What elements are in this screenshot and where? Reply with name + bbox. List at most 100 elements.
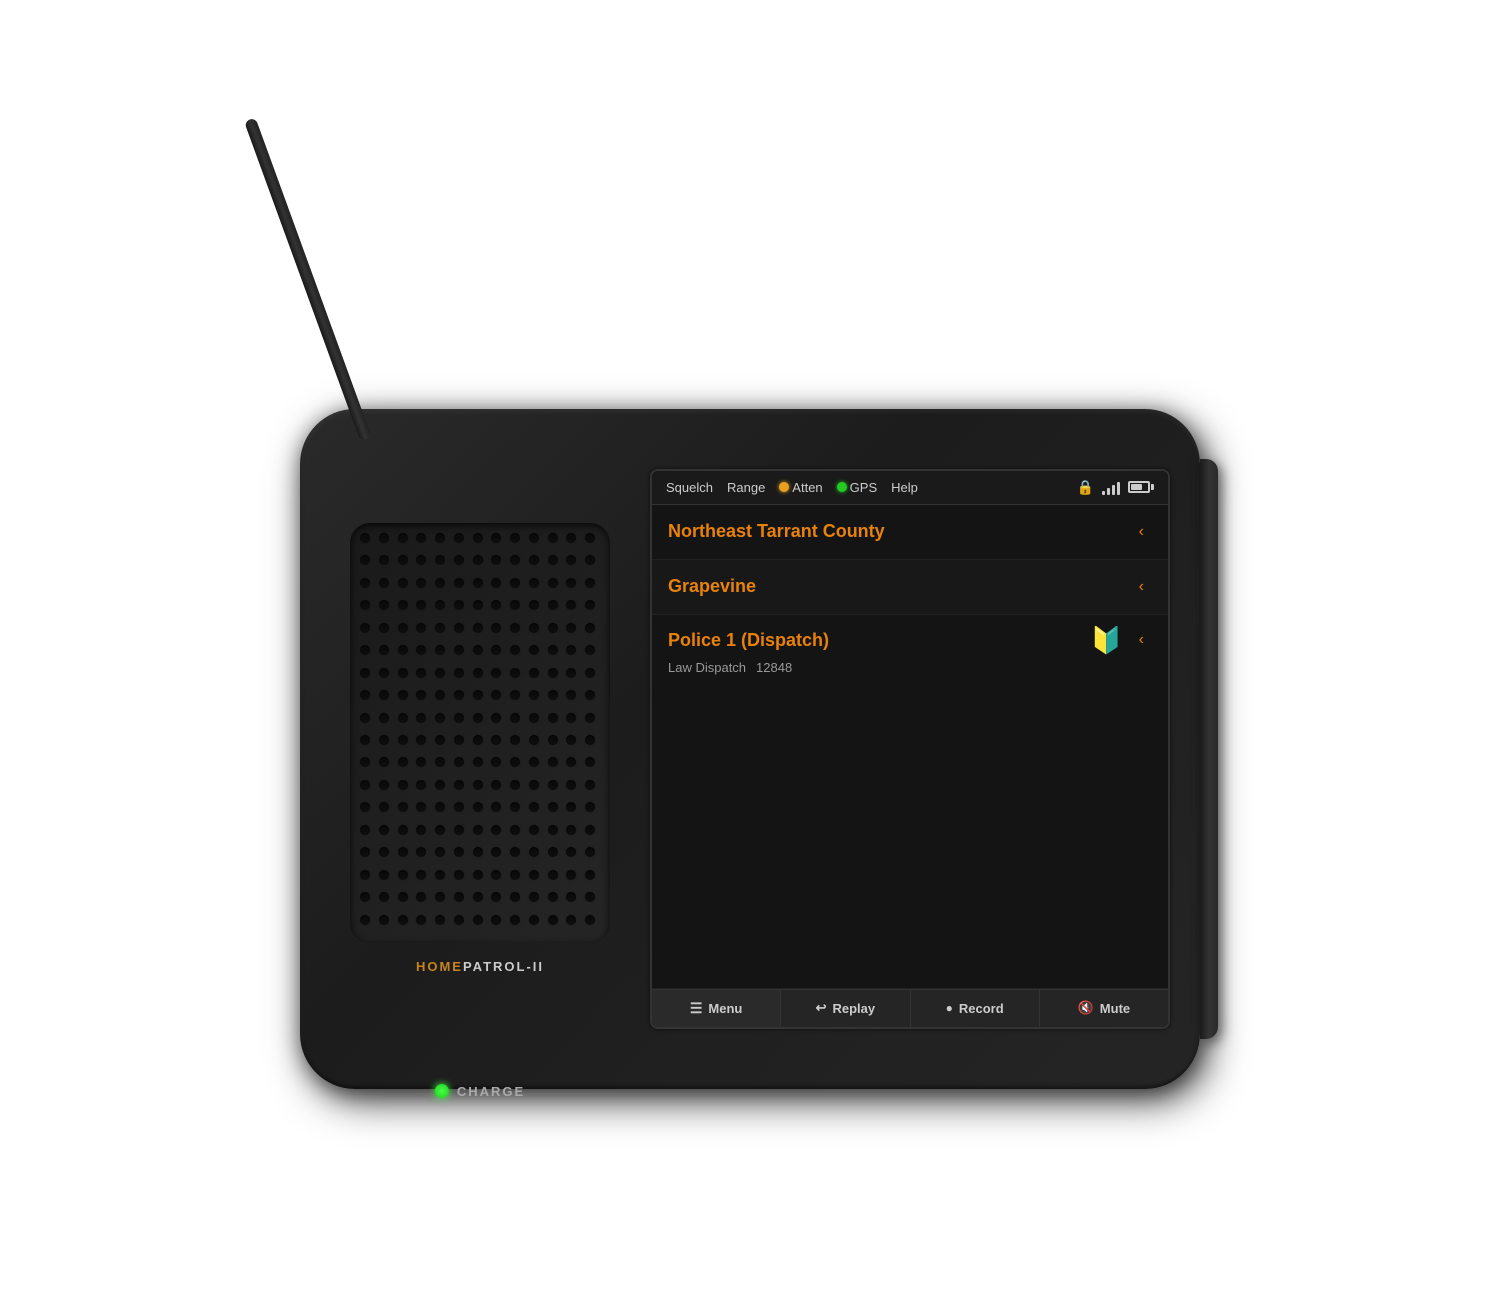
channel-row-top: Police 1 (Dispatch) 🔰 ‹ — [668, 625, 1152, 656]
speaker-dot — [510, 533, 520, 543]
channel-row-icons: 🔰 ‹ — [1090, 625, 1152, 656]
speaker-dot — [454, 780, 464, 790]
speaker-dot — [473, 578, 483, 588]
speaker-dot — [379, 690, 389, 700]
speaker-dot — [510, 802, 520, 812]
signal-bars — [1102, 479, 1120, 495]
atten-dot — [779, 482, 789, 492]
speaker-dot — [379, 847, 389, 857]
speaker-dot — [529, 623, 539, 633]
speaker-dot — [585, 600, 595, 610]
row-northeast-tarrant[interactable]: Northeast Tarrant County ‹ — [652, 505, 1168, 560]
row3-arrow[interactable]: ‹ — [1131, 627, 1152, 653]
speaker-dot — [510, 623, 520, 633]
speaker-dot — [529, 645, 539, 655]
signal-bar-4 — [1117, 482, 1120, 495]
brand-patrol-text: PATROL-II — [463, 959, 544, 974]
speaker-dot — [398, 533, 408, 543]
row1-arrow[interactable]: ‹ — [1131, 519, 1152, 545]
speaker-dot — [416, 757, 426, 767]
speaker-dot — [510, 713, 520, 723]
menu-label: Menu — [708, 1001, 742, 1016]
help-button[interactable]: Help — [891, 480, 918, 495]
speaker-grille — [350, 523, 610, 943]
speaker-dot — [548, 847, 558, 857]
speaker-dot — [416, 825, 426, 835]
speaker-dot — [435, 915, 445, 925]
speaker-dot — [454, 713, 464, 723]
speaker-dot — [416, 555, 426, 565]
speaker-dot — [473, 645, 483, 655]
speaker-dot — [360, 757, 370, 767]
speaker-dot — [473, 802, 483, 812]
row-grapevine[interactable]: Grapevine ‹ — [652, 560, 1168, 615]
speaker-dot — [510, 600, 520, 610]
speaker-dot — [416, 802, 426, 812]
speaker-dot — [491, 870, 501, 880]
menu-button[interactable]: ☰ Menu — [652, 990, 781, 1027]
speaker-dot — [585, 623, 595, 633]
speaker-dot — [435, 870, 445, 880]
speaker-dot — [491, 892, 501, 902]
speaker-dot — [454, 870, 464, 880]
speaker-dot — [491, 847, 501, 857]
speaker-dot — [473, 600, 483, 610]
speaker-dot — [454, 735, 464, 745]
speaker-dot — [529, 915, 539, 925]
speaker-dot — [566, 623, 576, 633]
speaker-dot — [360, 825, 370, 835]
mute-button[interactable]: 🔇 Mute — [1040, 990, 1168, 1027]
charge-led — [435, 1084, 449, 1098]
speaker-dot — [585, 802, 595, 812]
speaker-dot — [473, 623, 483, 633]
speaker-dot — [435, 847, 445, 857]
speaker-dot — [529, 847, 539, 857]
police-badge-icon: 🔰 — [1090, 625, 1122, 656]
speaker-dot — [566, 690, 576, 700]
speaker-dot — [454, 555, 464, 565]
speaker-dot — [379, 915, 389, 925]
row2-arrow[interactable]: ‹ — [1131, 574, 1152, 600]
speaker-dot — [491, 645, 501, 655]
speaker-dot — [379, 713, 389, 723]
speaker-dot — [473, 735, 483, 745]
speaker-dot — [473, 690, 483, 700]
record-button[interactable]: ● Record — [911, 990, 1040, 1027]
speaker-dot — [473, 713, 483, 723]
speaker-dot — [585, 735, 595, 745]
speaker-dot — [435, 713, 445, 723]
speaker-dot — [585, 892, 595, 902]
speaker-dot — [435, 757, 445, 767]
speaker-dot — [510, 645, 520, 655]
speaker-dot — [491, 780, 501, 790]
speaker-dot — [416, 892, 426, 902]
row-police-dispatch[interactable]: Police 1 (Dispatch) 🔰 ‹ Law Dispatch 128… — [652, 615, 1168, 989]
speaker-dot — [473, 555, 483, 565]
lock-icon: 🔒 — [1077, 479, 1094, 496]
charge-label: CHARGE — [457, 1084, 525, 1099]
squelch-button[interactable]: Squelch — [666, 480, 713, 495]
speaker-dot — [379, 600, 389, 610]
speaker-dot — [435, 802, 445, 812]
speaker-dot — [454, 645, 464, 655]
speaker-dot — [566, 802, 576, 812]
record-icon: ● — [946, 1001, 953, 1015]
speaker-dot — [491, 668, 501, 678]
speaker-dot — [585, 668, 595, 678]
speaker-dot — [585, 780, 595, 790]
speaker-dot — [435, 555, 445, 565]
speaker-dot — [398, 600, 408, 610]
speaker-dot — [585, 555, 595, 565]
speaker-dot — [398, 555, 408, 565]
speaker-dot — [379, 757, 389, 767]
speaker-dot — [379, 645, 389, 655]
speaker-dot — [360, 533, 370, 543]
range-button[interactable]: Range — [727, 480, 765, 495]
row1-text: Northeast Tarrant County — [668, 521, 885, 542]
speaker-dot — [454, 623, 464, 633]
replay-button[interactable]: ↩ Replay — [781, 990, 910, 1027]
speaker-dot — [360, 870, 370, 880]
speaker-dot — [435, 825, 445, 835]
speaker-dot — [548, 713, 558, 723]
speaker-dot — [529, 825, 539, 835]
